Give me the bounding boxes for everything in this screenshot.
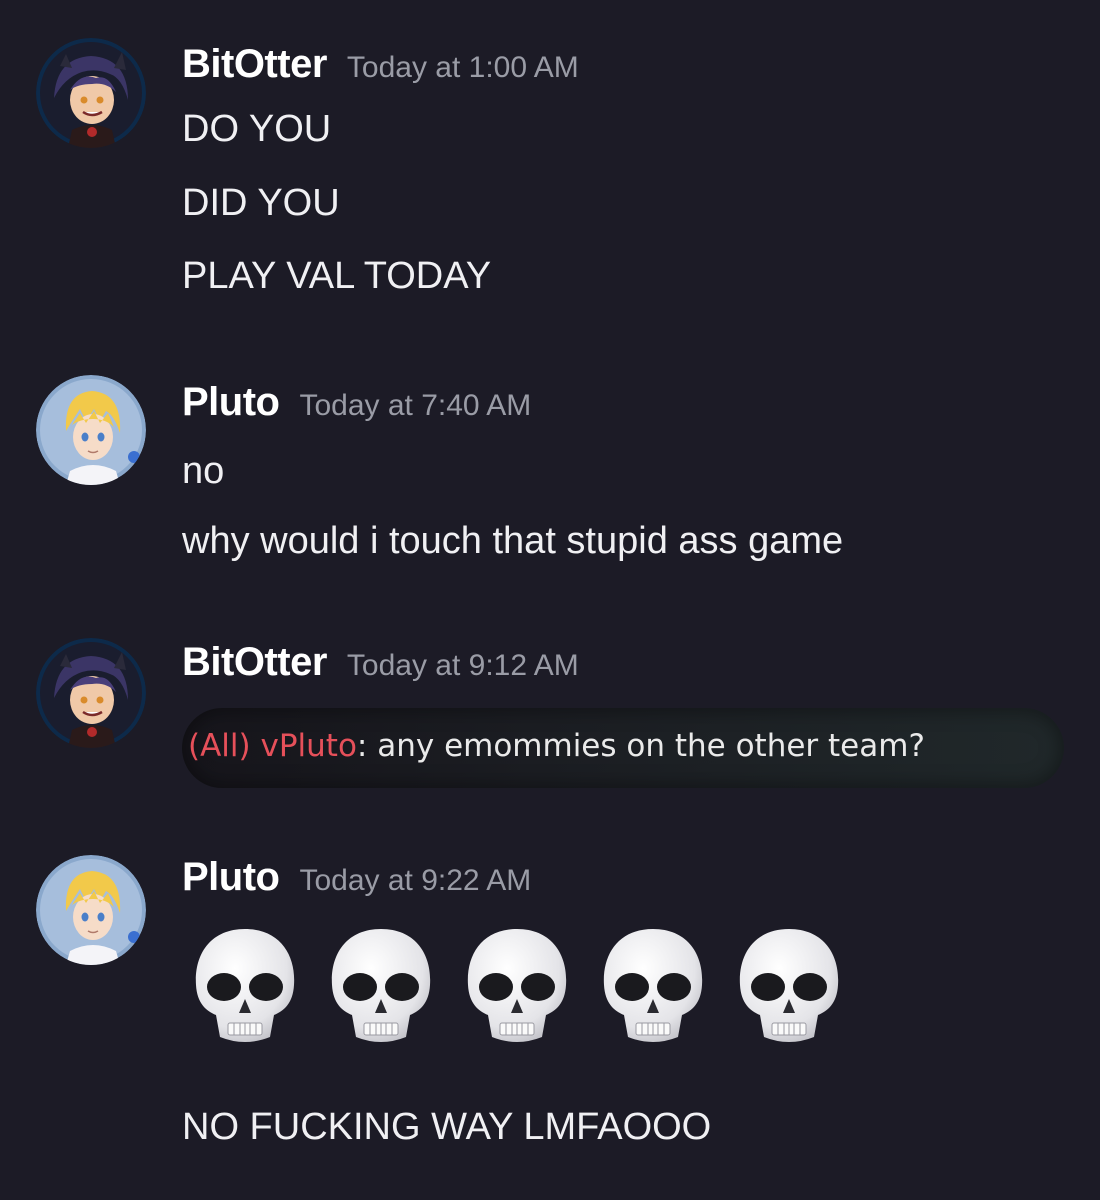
timestamp: Today at 1:00 AM: [346, 51, 579, 84]
skull-emoji[interactable]: [598, 925, 708, 1051]
chat-channel-tag: (All): [188, 728, 251, 764]
timestamp: Today at 9:22 AM: [299, 864, 532, 897]
skull-emoji[interactable]: [326, 925, 436, 1051]
game-chat-line: (All) vPluto: any emommies on the other …: [188, 728, 925, 764]
message-text: why would i touch that stupid ass game: [182, 520, 844, 562]
message-text: NO FUCKING WAY LMFAOOO: [182, 1106, 712, 1148]
username[interactable]: Pluto: [182, 380, 280, 424]
message-text: no: [182, 450, 225, 492]
chat-separator: :: [356, 728, 368, 764]
pluto-avatar-icon[interactable]: [36, 855, 146, 965]
skull-emoji[interactable]: [190, 925, 300, 1051]
bitotter-avatar-icon[interactable]: [36, 638, 146, 748]
timestamp: Today at 9:12 AM: [346, 649, 579, 682]
username[interactable]: Pluto: [182, 855, 280, 899]
username[interactable]: BitOtter: [182, 42, 327, 86]
skull-emoji[interactable]: [734, 925, 844, 1051]
skull-emoji[interactable]: [462, 925, 572, 1051]
chat-player-name: vPluto: [260, 728, 357, 764]
bitotter-avatar-icon[interactable]: [36, 38, 146, 148]
message-text: DO YOU: [182, 108, 332, 150]
username[interactable]: BitOtter: [182, 640, 327, 684]
timestamp: Today at 7:40 AM: [299, 389, 532, 422]
chat-message-text: any emommies on the other team?: [377, 728, 925, 764]
message-text: DID YOU: [182, 182, 340, 224]
pluto-avatar-icon[interactable]: [36, 375, 146, 485]
message-text: PLAY VAL TODAY: [182, 255, 492, 297]
image-attachment[interactable]: (All) vPluto: any emommies on the other …: [182, 708, 1064, 788]
